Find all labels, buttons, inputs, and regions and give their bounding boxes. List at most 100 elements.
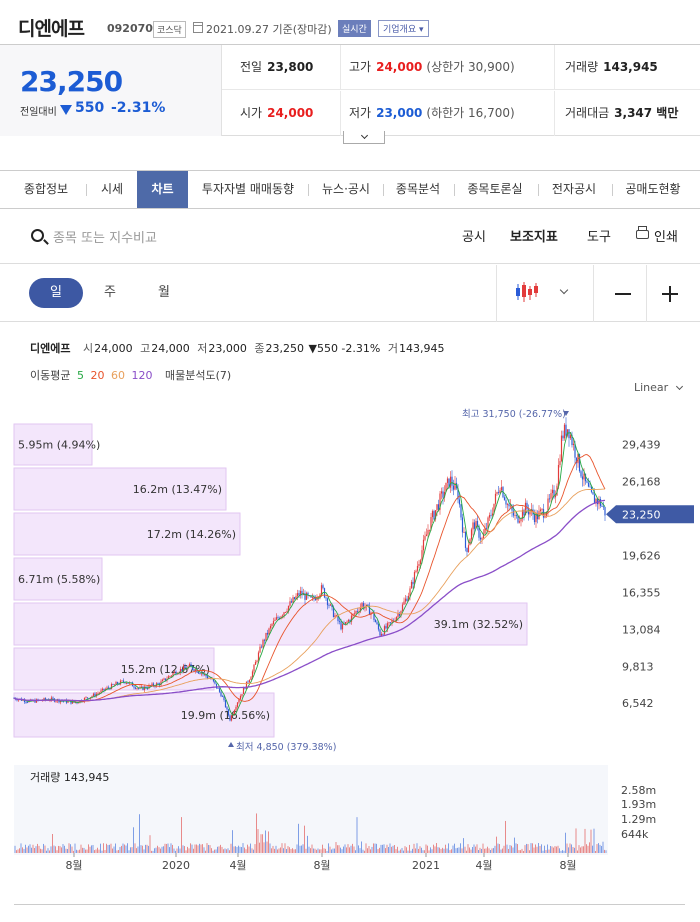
- candle-body: [277, 617, 279, 619]
- volume-bar: [187, 846, 188, 853]
- tools-button[interactable]: 도구: [587, 226, 611, 245]
- volume-bar: [245, 849, 247, 853]
- candle-body: [244, 688, 246, 689]
- candle-body: [101, 688, 104, 691]
- candle-body: [485, 527, 488, 529]
- volume-bar: [418, 848, 419, 853]
- divider: [14, 904, 685, 905]
- volume-bar: [452, 845, 454, 853]
- candle-body: [293, 597, 296, 600]
- printer-icon[interactable]: [636, 226, 649, 239]
- volume-bar: [203, 847, 205, 853]
- high-value: 24,000: [376, 60, 423, 74]
- volume-bar: [157, 845, 158, 853]
- tab-short-selling[interactable]: 공매도현황: [616, 171, 690, 208]
- volume-bar: [286, 849, 287, 853]
- tab-investor-trends[interactable]: 투자자별 매매동향: [194, 171, 302, 208]
- search-icon[interactable]: [31, 229, 44, 242]
- disclosure-button[interactable]: 공시: [462, 226, 486, 245]
- zoom-out-icon[interactable]: [615, 293, 631, 295]
- volume-bar: [413, 843, 415, 853]
- volume-bar: [26, 847, 28, 853]
- tab-chart[interactable]: 차트: [137, 171, 188, 208]
- candle-body: [133, 686, 135, 688]
- candlestick-icon[interactable]: [515, 281, 539, 303]
- volume-bar: [451, 849, 452, 853]
- volume-bar: [443, 848, 445, 853]
- moving-average-legend[interactable]: 이동평균 5 20 60 120 매물분석도(7): [30, 367, 234, 383]
- volume-bar: [20, 843, 22, 853]
- volume-bar: [205, 850, 206, 853]
- indicator-button[interactable]: 보조지표: [510, 226, 558, 245]
- candle-body: [239, 695, 242, 700]
- candle-body: [563, 424, 566, 439]
- volume-bar: [275, 845, 277, 853]
- tab-overview[interactable]: 종합정보: [14, 171, 78, 208]
- volume-bar: [511, 845, 512, 853]
- volume-bar: [356, 817, 358, 853]
- volume-bar: [181, 817, 182, 853]
- realtime-button[interactable]: 실시간: [338, 20, 371, 37]
- volume-bar: [538, 843, 539, 853]
- volume-bar: [160, 848, 161, 853]
- tab-disclosure[interactable]: 전자공시: [542, 171, 606, 208]
- tab-news[interactable]: 뉴스·공시: [314, 171, 378, 208]
- print-button[interactable]: 인쇄: [654, 226, 678, 245]
- volume-bar: [220, 844, 221, 853]
- period-week-button[interactable]: 주: [83, 278, 137, 308]
- candle-body: [461, 517, 464, 533]
- volume-bar: [352, 843, 353, 853]
- chevron-down-icon[interactable]: [559, 285, 569, 295]
- volume-bar: [194, 844, 196, 853]
- volume-bar: [412, 848, 413, 853]
- candle-body: [386, 623, 389, 629]
- zoom-in-icon[interactable]: [662, 287, 678, 300]
- volume-bar: [274, 848, 275, 853]
- volume-bar: [295, 849, 296, 853]
- ohlc-summary: 디엔에프 시24,000 고24,000 저23,000 종23,250 ▼55…: [30, 340, 444, 356]
- candle-body: [514, 515, 516, 516]
- volume-chart[interactable]: 거래량 143,945 2.58m1.93m 1.29m 644k 8월 2020 4월 8월…: [0, 765, 700, 880]
- candle-body: [140, 686, 143, 688]
- volume-bar: [289, 847, 290, 853]
- volume-bar: [92, 844, 94, 853]
- volume-bar: [139, 814, 140, 853]
- info-row: 전일 23,800 고가 24,000 (상한가 30,900) 거래량 143,945: [222, 45, 700, 90]
- candle-body: [379, 629, 381, 636]
- period-day-button[interactable]: 일: [29, 278, 83, 308]
- expand-toggle-button[interactable]: [343, 131, 385, 144]
- volume-bar: [548, 849, 550, 853]
- volume-bar: [494, 845, 496, 853]
- volume-bar: [530, 843, 532, 853]
- base-date: 2021.09.27 기준(장마감): [206, 23, 332, 36]
- volume-bar: [191, 844, 193, 853]
- volume-bar: [64, 845, 65, 853]
- volume-bar: [434, 846, 436, 853]
- volume-bar: [596, 844, 598, 853]
- candle-body: [452, 485, 455, 490]
- candle-body: [272, 620, 275, 625]
- volume-profile-label: 16.2m (13.47%): [133, 483, 222, 496]
- tab-analysis[interactable]: 종목분석: [388, 171, 448, 208]
- volume-bar: [508, 848, 509, 853]
- volume-bar: [110, 843, 112, 853]
- period-month-button[interactable]: 월: [137, 278, 191, 308]
- tab-discussion[interactable]: 종목토론실: [458, 171, 532, 208]
- volume-bar: [85, 849, 86, 853]
- company-overview-button[interactable]: 기업개요 ▾: [378, 20, 429, 37]
- volume-bar: [278, 848, 280, 853]
- scale-mode-dropdown[interactable]: Linear: [634, 381, 668, 394]
- candle-body: [539, 509, 542, 512]
- volume-bar: [265, 830, 266, 853]
- volume-bar: [136, 848, 137, 853]
- tab-divider: [612, 184, 613, 196]
- candle-body: [419, 560, 422, 564]
- price-chart[interactable]: 5.95m (4.94%) 16.2m (13.47%) 17.2m (14.26%…: [0, 400, 700, 765]
- volume-bar: [151, 850, 152, 853]
- candle-body: [436, 504, 438, 511]
- compare-search-input[interactable]: 종목 또는 지수비교: [53, 227, 157, 246]
- volume-bar: [68, 843, 70, 853]
- tab-quotes[interactable]: 시세: [90, 171, 134, 208]
- volume-bar: [509, 845, 511, 853]
- candle-body: [271, 624, 273, 626]
